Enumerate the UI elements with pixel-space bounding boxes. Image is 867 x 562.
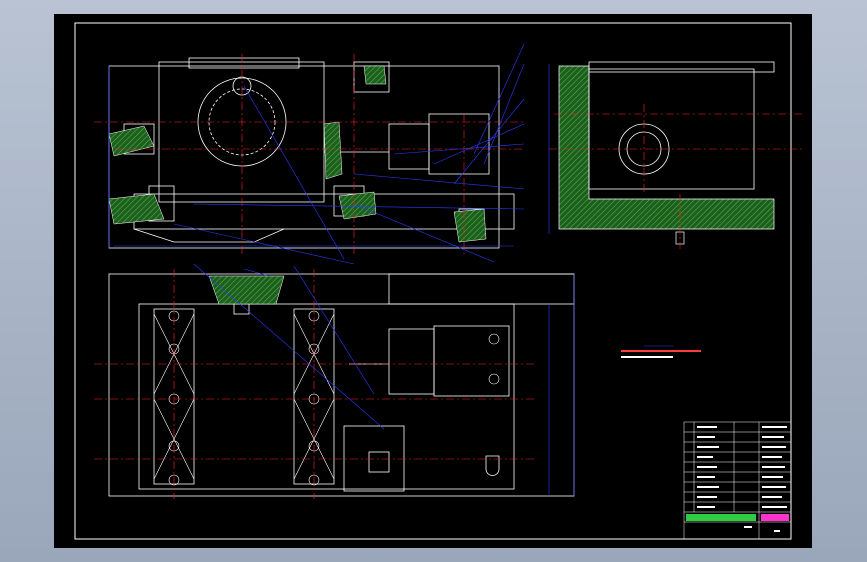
section-hatch-left xyxy=(108,125,155,157)
note-line-2 xyxy=(621,356,673,358)
side-view xyxy=(558,61,775,245)
cad-viewport[interactable] xyxy=(0,0,867,562)
section-hatch-base-left xyxy=(108,193,165,225)
drawing-canvas[interactable] xyxy=(54,14,812,548)
base-foot xyxy=(133,228,285,243)
top-cylinder xyxy=(433,325,510,397)
top-view-outline xyxy=(108,273,575,497)
section-hatch-right xyxy=(453,208,487,243)
title-block-logo xyxy=(686,514,789,521)
note-line-1 xyxy=(621,350,701,352)
logo-green-band xyxy=(686,514,756,521)
top-cylinder-mount xyxy=(388,328,435,395)
top-right-step xyxy=(388,273,575,305)
front-view xyxy=(108,57,515,249)
section-hatch-plate xyxy=(323,121,343,180)
clamp-block xyxy=(343,425,405,492)
housing-top-flange xyxy=(188,57,300,69)
cylinder-mount xyxy=(388,123,430,170)
clamp-insert xyxy=(368,451,390,473)
top-view xyxy=(108,273,575,497)
fixture-assembly-drawing xyxy=(74,22,804,540)
angle-bracket-section xyxy=(558,65,775,230)
section-hatch-bracket xyxy=(363,65,387,85)
title-block xyxy=(683,421,792,540)
top-section-hatch xyxy=(208,275,285,305)
top-centerlines xyxy=(94,269,534,499)
side-housing xyxy=(588,68,755,190)
top-base-plate xyxy=(138,303,515,490)
technical-notes xyxy=(621,345,701,358)
side-top-flange xyxy=(588,61,775,73)
drawing-border xyxy=(74,22,792,540)
logo-magenta-band xyxy=(761,514,789,521)
cylinder-body xyxy=(428,113,490,175)
rail-bracing xyxy=(153,313,335,480)
